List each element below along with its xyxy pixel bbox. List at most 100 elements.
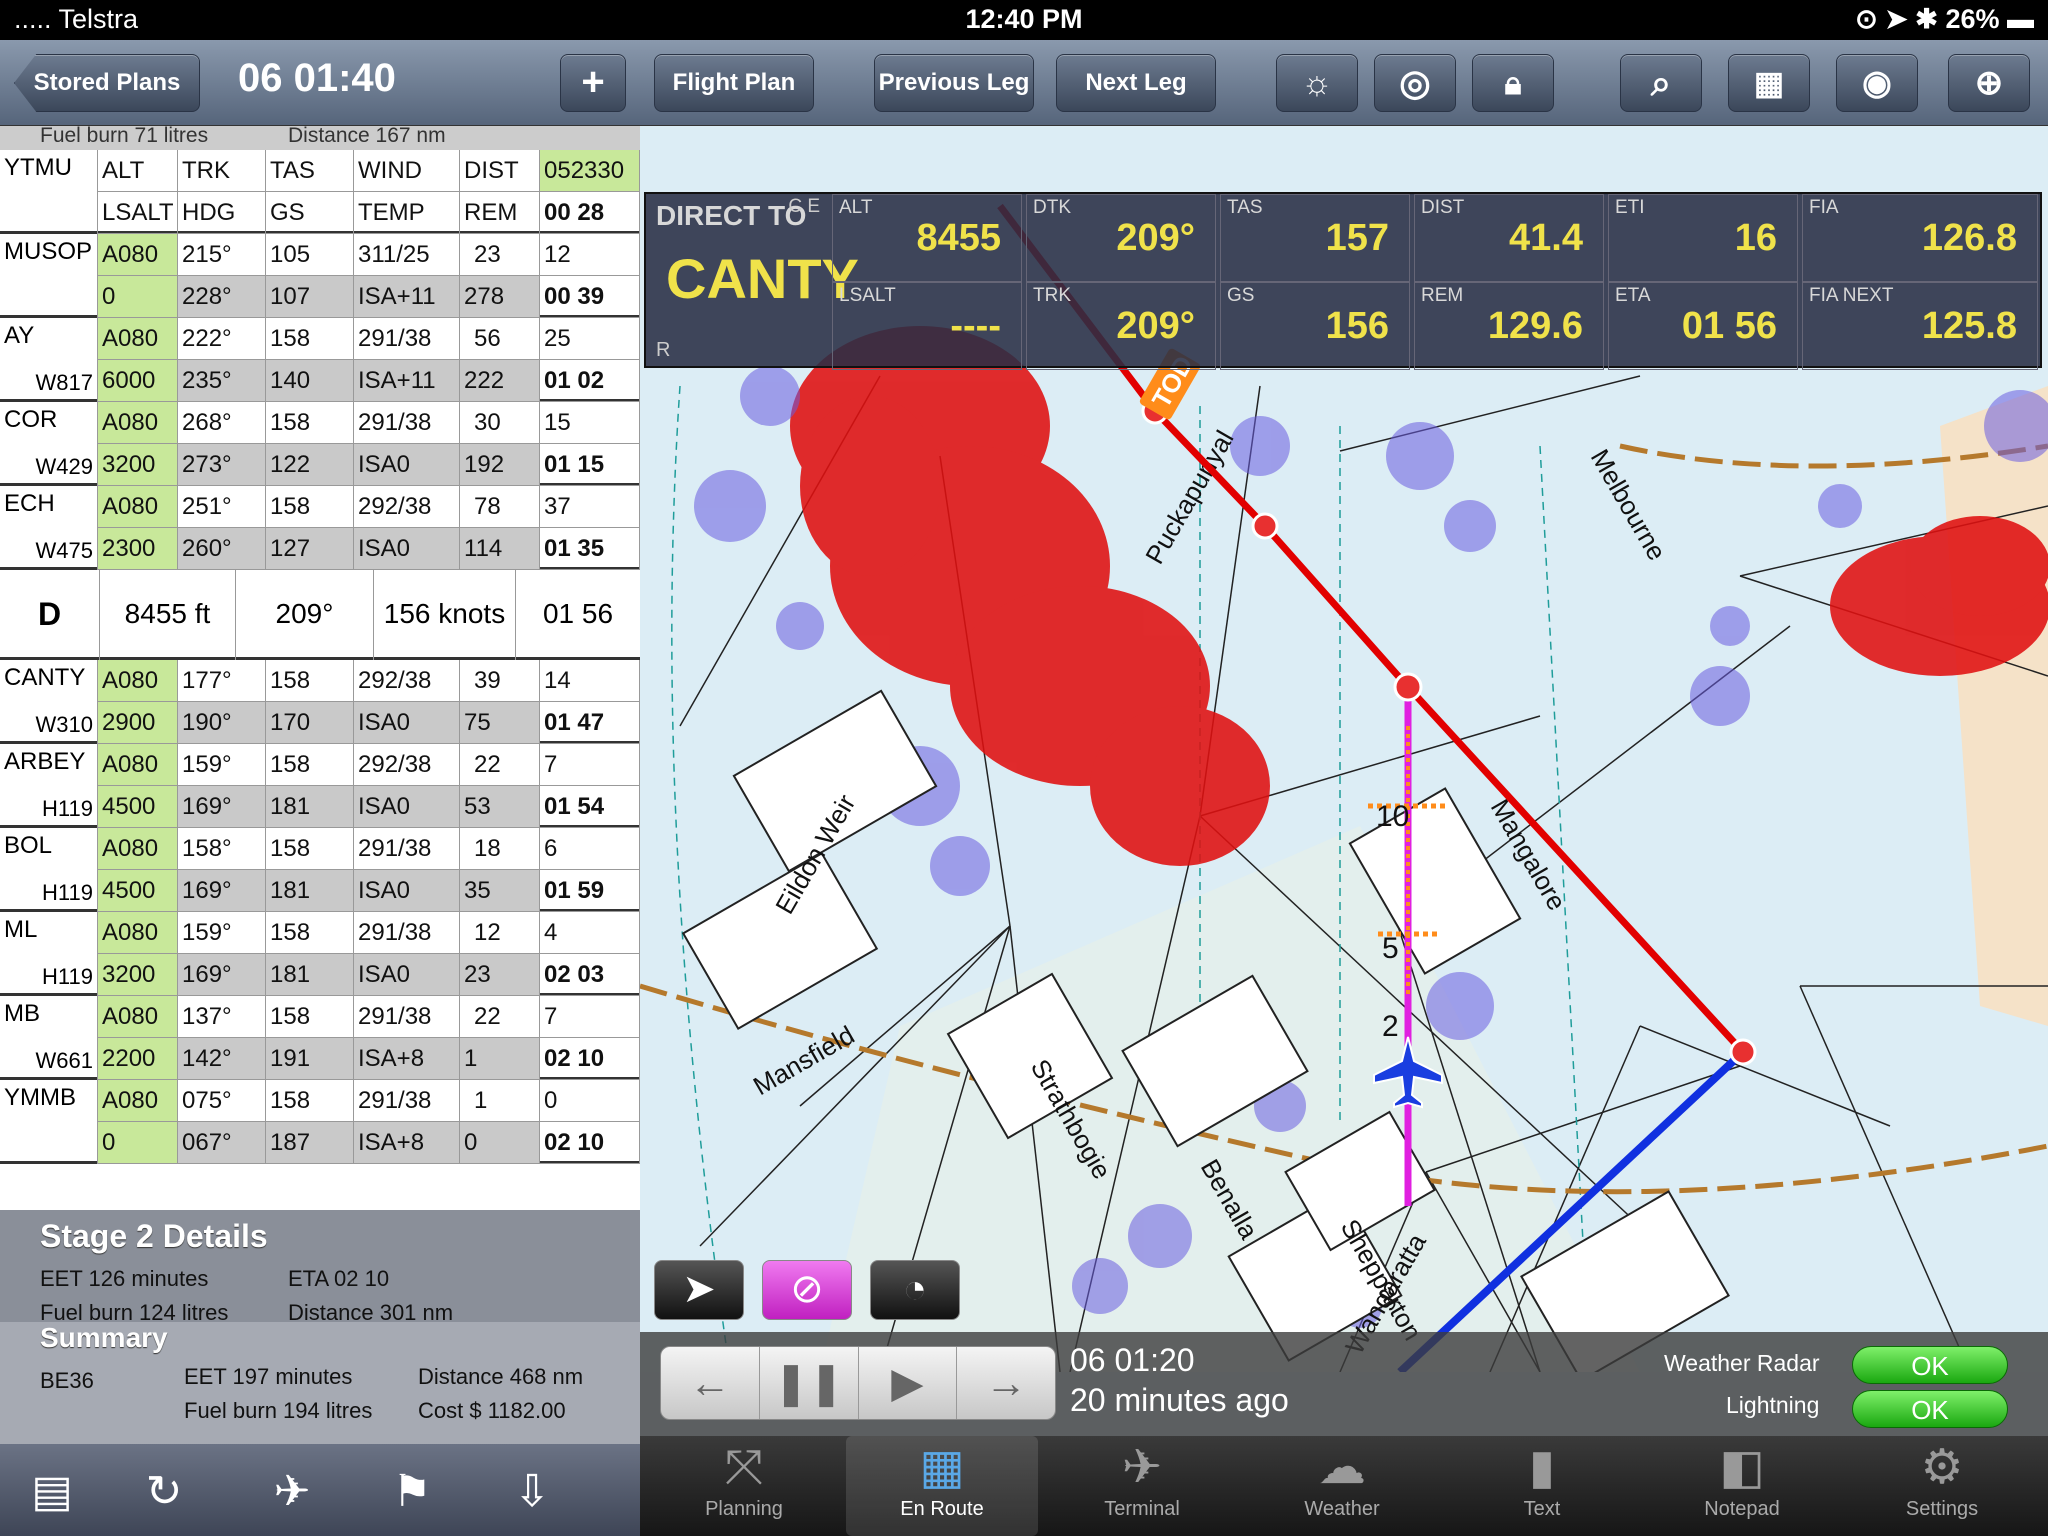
nav-log-lsalt[interactable]: 2900 — [98, 702, 178, 744]
nav-log-hdg: 142° — [178, 1038, 266, 1080]
nav-log-alt[interactable]: A080 — [98, 486, 178, 528]
refresh-icon[interactable]: ↻ — [136, 1464, 192, 1520]
add-plan-button[interactable]: + — [560, 54, 626, 112]
nav-log-row[interactable]: YMMB A080 0 075° 067° 158 187 291/38 ISA+8 1 0 0 02 … — [0, 1080, 640, 1164]
nav-log-lsalt[interactable]: 4500 — [98, 870, 178, 912]
play-icon[interactable]: ▶ — [859, 1347, 958, 1419]
instrument-cell[interactable]: GS 156 — [1220, 282, 1410, 370]
step-back-icon[interactable]: ← — [661, 1347, 760, 1419]
nav-log-row[interactable]: MUSOP A080 0 215° 228° 105 107 311/25 ISA+11 23 27… — [0, 234, 640, 318]
departure-time[interactable]: 052330 — [540, 150, 640, 192]
instrument-cell[interactable]: FIA 126.8 — [1802, 194, 2038, 282]
nav-log-temp: ISA0 — [354, 870, 460, 912]
nav-log-lsalt[interactable]: 4500 — [98, 786, 178, 828]
nav-log-row[interactable]: ARBEY H119 A080 4500 159° 169° 158 181 292/38 ISA… — [0, 744, 640, 828]
col-header: GS — [266, 192, 354, 234]
nav-log-lsalt[interactable]: 6000 — [98, 360, 178, 402]
brightness-icon[interactable]: ☼ — [1276, 54, 1358, 112]
direct-to-row[interactable]: D 8455 ft 209° 156 knots 01 56 — [0, 570, 640, 660]
instrument-cell[interactable]: FIA NEXT 125.8 — [1802, 282, 2038, 370]
battery-indicator: ⊙ ➤ ✱ 26% ▬ — [1855, 4, 2034, 34]
nav-log-gs: 140 — [266, 360, 354, 402]
nav-log-row[interactable]: BOL H119 A080 4500 158° 169° 158 181 291/38 ISA0 1… — [0, 828, 640, 912]
airplane-icon[interactable]: ✈ — [264, 1464, 320, 1520]
download-icon[interactable]: ⇩ — [504, 1464, 560, 1520]
route-waypoint[interactable] — [1729, 1038, 1757, 1066]
folder-icon[interactable]: ▤ — [24, 1464, 80, 1520]
nav-log-lsalt[interactable]: 2300 — [98, 528, 178, 570]
direct-eta: 01 56 — [542, 598, 614, 629]
nav-log-lsalt[interactable]: 3200 — [98, 444, 178, 486]
nav-log-alt[interactable]: A080 — [98, 1080, 178, 1122]
nav-log-alt[interactable]: A080 — [98, 996, 178, 1038]
crosshair-icon[interactable]: ⊕ — [1948, 54, 2030, 112]
nav-log-eti: 12 — [540, 234, 640, 276]
nav-log-temp: ISA+8 — [354, 1038, 460, 1080]
nav-log-alt[interactable]: A080 — [98, 744, 178, 786]
instrument-cell[interactable]: REM 129.6 — [1414, 282, 1604, 370]
compass-icon[interactable]: ⊘ — [762, 1260, 852, 1320]
weather-radar-status-button[interactable]: OK — [1852, 1346, 2008, 1384]
nav-log-row[interactable]: ECH W475 A080 2300 251° 260° 158 127 292/38 ISA0 7… — [0, 486, 640, 570]
nav-log-row[interactable]: CANTY W310 A080 2900 177° 190° 158 170 292/38 ISA… — [0, 660, 640, 744]
previous-leg-button[interactable]: Previous Leg — [874, 54, 1034, 112]
next-leg-button[interactable]: Next Leg — [1056, 54, 1216, 112]
nav-log-trk: 222° — [178, 318, 266, 360]
tab-terminal[interactable]: ✈ Terminal — [1046, 1436, 1238, 1536]
instrument-cell[interactable]: ETA 01 56 — [1608, 282, 1798, 370]
nav-log-eta: 01 59 — [540, 870, 640, 912]
tab-text[interactable]: ▮ Text — [1446, 1436, 1638, 1536]
instrument-cell[interactable]: ALT 8455 — [832, 194, 1022, 282]
nav-log-alt[interactable]: A080 — [98, 402, 178, 444]
search-icon[interactable]: ⌕ — [1620, 54, 1702, 112]
instrument-panel: DIRECT TO C E CANTY R ALT 8455 DTK 209° TAS 1… — [644, 192, 2042, 370]
location-arrow-icon[interactable]: ➤ — [654, 1260, 744, 1320]
tab-weather[interactable]: ☁ Weather — [1246, 1436, 1438, 1536]
nav-log-lsalt[interactable]: 0 — [98, 1122, 178, 1164]
radar-icon[interactable]: ◉ — [1836, 54, 1918, 112]
instrument-cell[interactable]: ETI 16 — [1608, 194, 1798, 282]
nav-log-alt[interactable]: A080 — [98, 234, 178, 276]
tab-en-route[interactable]: ▦ En Route — [846, 1436, 1038, 1536]
map-icon[interactable]: ▦ — [1728, 54, 1810, 112]
nav-log-row[interactable]: ML H119 A080 3200 159° 169° 158 181 291/38 ISA0 12… — [0, 912, 640, 996]
flight-plan-button[interactable]: Flight Plan — [654, 54, 814, 112]
step-forward-icon[interactable]: → — [957, 1347, 1055, 1419]
instrument-cell[interactable]: TRK 209° — [1026, 282, 1216, 370]
nav-log-alt[interactable]: A080 — [98, 912, 178, 954]
nav-log-eta: 01 15 — [540, 444, 640, 486]
lock-icon[interactable]: 🔒︎ — [1472, 54, 1554, 112]
nav-log-lsalt[interactable]: 3200 — [98, 954, 178, 996]
col-header: HDG — [178, 192, 266, 234]
pause-icon[interactable]: ❚❚ — [760, 1347, 859, 1419]
nav-log-alt[interactable]: A080 — [98, 660, 178, 702]
tab-planning[interactable]: ⤧ Planning — [648, 1436, 840, 1536]
nav-log-row[interactable]: COR W429 A080 3200 268° 273° 158 122 291/38 ISA0 3… — [0, 402, 640, 486]
nav-log-row[interactable]: MB W661 A080 2200 137° 142° 158 191 291/38 ISA+8 2… — [0, 996, 640, 1080]
stored-plans-button[interactable]: Stored Plans — [14, 54, 200, 112]
instrument-cell[interactable]: TAS 157 — [1220, 194, 1410, 282]
instrument-cell[interactable]: DIST 41.4 — [1414, 194, 1604, 282]
route-waypoint[interactable] — [1251, 512, 1279, 540]
left-nav-bar: Stored Plans 06 01:40 + — [0, 40, 640, 126]
previous-stage-summary: Fuel burn 71 litres Distance 167 nm — [0, 126, 640, 150]
canty-waypoint[interactable] — [1393, 672, 1423, 702]
lightning-status-button[interactable]: OK — [1852, 1390, 2008, 1428]
nav-log-gs: 122 — [266, 444, 354, 486]
instrument-cell[interactable]: LSALT ---- — [832, 282, 1022, 370]
direct-track: 209° — [236, 570, 374, 660]
instrument-cell[interactable]: DTK 209° — [1026, 194, 1216, 282]
tab-notepad[interactable]: ◧ Notepad — [1646, 1436, 1838, 1536]
nav-log-alt[interactable]: A080 — [98, 318, 178, 360]
lifebuoy-icon[interactable]: ◎ — [1374, 54, 1456, 112]
gauge-icon[interactable]: ◔ — [870, 1260, 960, 1320]
nav-log-alt[interactable]: A080 — [98, 828, 178, 870]
nav-log-lsalt[interactable]: 2200 — [98, 1038, 178, 1080]
instrument-value: 209° — [1116, 217, 1195, 259]
nav-log-lsalt[interactable]: 0 — [98, 276, 178, 318]
nav-log-row[interactable]: AY W817 A080 6000 222° 235° 158 140 291/38 ISA+11… — [0, 318, 640, 402]
flag-icon[interactable]: ⚑ — [384, 1464, 440, 1520]
tab-settings[interactable]: ⚙ Settings — [1846, 1436, 2038, 1536]
direct-altitude: 8455 ft — [100, 570, 236, 660]
direct-to-box[interactable]: DIRECT TO C E CANTY R — [646, 194, 859, 370]
